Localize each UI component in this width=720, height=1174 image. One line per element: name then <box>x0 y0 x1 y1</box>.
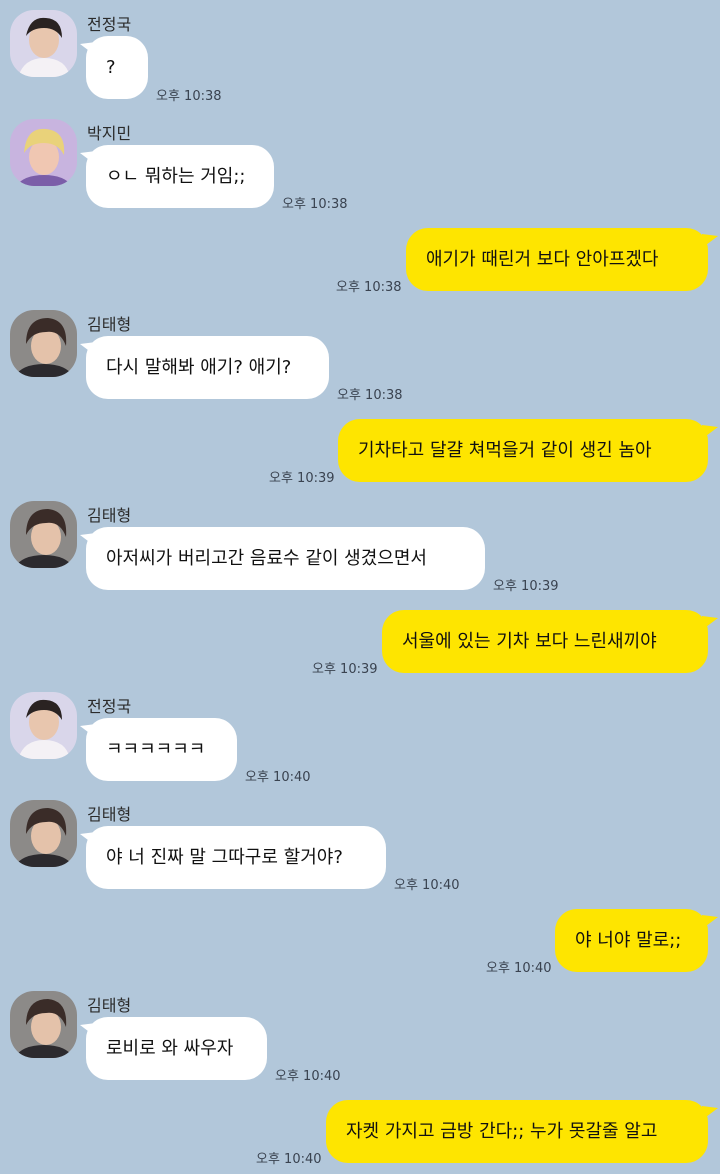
bubble-tail <box>702 1106 718 1120</box>
message-bubble[interactable]: 자켓 가지고 금방 간다;; 누가 못갈줄 알고 <box>326 1100 708 1163</box>
message-time: 오후 10:40 <box>256 1152 322 1167</box>
message-outgoing: 오후 10:40 자켓 가지고 금방 간다;; 누가 못갈줄 알고 <box>0 0 720 1172</box>
chat-room: 전정국 ? 오후 10:38 박지민 ㅇㄴ 뭐하는 거임;; 오후 10:38 … <box>0 0 720 1174</box>
